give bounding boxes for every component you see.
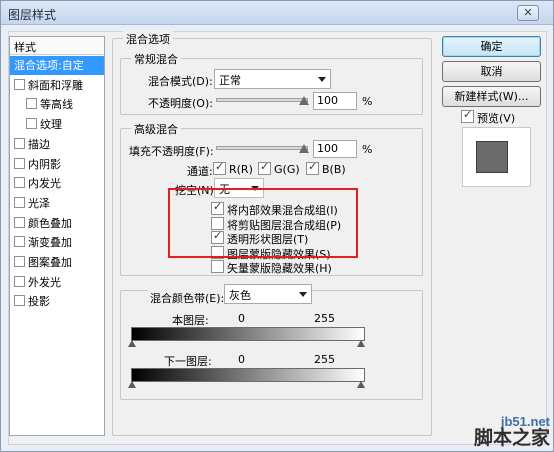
style-list-item[interactable]: 渐变叠加 [10,233,104,252]
style-preview [462,127,531,187]
fill-opacity-slider-thumb[interactable] [299,144,309,153]
style-list-item-label: 内发光 [28,177,61,191]
this-layer-label: 本图层: [172,314,209,327]
blend-options-title: 混合选项 [123,31,173,47]
style-list-item[interactable]: 混合选项:自定 [10,56,104,75]
channel-checkbox[interactable] [306,160,319,175]
style-list-item[interactable]: 颜色叠加 [10,214,104,233]
style-list-item-label: 混合选项:自定 [14,59,84,72]
style-list-item[interactable]: 斜面和浮雕 [10,76,104,95]
fill-opacity-unit: % [362,143,373,156]
style-list-item[interactable]: 纹理 [10,115,104,134]
chevron-down-icon [299,292,307,297]
general-blending-title: 常规混合 [131,51,181,67]
style-list-header[interactable]: 样式 [10,37,104,55]
this-layer-gradient [131,327,365,341]
underlying-layer-white-handle[interactable] [357,381,365,388]
style-list-item-checkbox[interactable] [14,137,25,149]
underlying-layer-min: 0 [238,353,245,366]
underlying-layer-gradient [131,368,365,382]
window-title: 图层样式 [8,8,57,22]
style-list-item-label: 内阴影 [28,157,61,171]
style-list-item-checkbox[interactable] [26,118,37,130]
style-list-item[interactable]: 等高线 [10,95,104,114]
style-list-item-checkbox[interactable] [14,177,25,189]
opacity-slider-thumb[interactable] [299,96,309,105]
style-list-item-label: 颜色叠加 [28,216,72,230]
underlying-layer-label: 下一图层: [164,355,212,368]
style-list-item-label: 等高线 [40,98,73,112]
style-list-item-checkbox[interactable] [14,275,25,287]
title-bar: 图层样式 ✕ [1,1,553,25]
style-list-item-label: 投影 [28,295,50,309]
style-list-item-checkbox[interactable] [26,98,37,110]
underlying-layer-black-handle[interactable] [128,381,136,388]
watermark: jb51.net 脚本之家 [474,415,550,449]
chevron-down-icon [318,77,326,82]
fill-opacity-input[interactable]: 100 [313,140,357,158]
style-list: 样式 混合选项:自定斜面和浮雕等高线纹理描边内阴影内发光光泽颜色叠加渐变叠加图案… [9,36,105,436]
blend-if-label: 混合颜色带(E): [148,290,227,306]
channels-label: 通道: [187,165,213,178]
channel-label: G(G) [274,163,300,176]
style-list-item[interactable]: 图案叠加 [10,253,104,272]
this-layer-min: 0 [238,312,245,325]
channel-checkbox[interactable] [213,160,226,175]
style-list-item-checkbox[interactable] [14,196,25,208]
style-list-item[interactable]: 内发光 [10,174,104,193]
style-list-item[interactable]: 外发光 [10,273,104,292]
underlying-layer-max: 255 [314,353,335,366]
style-list-item-checkbox[interactable] [14,256,25,267]
style-list-item-label: 纹理 [40,118,62,132]
cancel-button[interactable]: 取消 [442,61,541,82]
advanced-option-checkbox[interactable] [211,260,224,273]
blend-if-value: 灰色 [229,289,251,302]
style-list-item-checkbox[interactable] [14,216,25,228]
opacity-label: 不透明度(O): [148,97,213,110]
highlight-annotation-box [168,188,358,258]
ok-button[interactable]: 确定 [442,36,541,57]
blend-mode-select[interactable]: 正常 [214,69,331,89]
fill-opacity-label: 填充不透明度(F): [129,145,214,158]
close-icon: ✕ [523,6,533,19]
blend-if-group [120,290,423,400]
blend-mode-value: 正常 [219,74,241,87]
opacity-slider[interactable] [216,98,308,102]
style-list-item[interactable]: 内阴影 [10,155,104,174]
style-list-item-checkbox[interactable] [14,78,25,90]
style-list-item[interactable]: 投影 [10,292,104,311]
style-list-item-label: 光泽 [28,196,50,210]
style-list-item-label: 渐变叠加 [28,236,72,250]
style-list-item-label: 图案叠加 [28,256,72,269]
close-button[interactable]: ✕ [517,5,539,21]
fill-opacity-value: 100 [317,142,338,155]
style-list-item-label: 斜面和浮雕 [28,78,83,92]
this-layer-white-handle[interactable] [357,340,365,347]
this-layer-black-handle[interactable] [128,340,136,347]
preview-label[interactable]: 预览(V) [477,110,515,126]
style-list-item[interactable]: 描边 [10,135,104,154]
opacity-unit: % [362,95,373,108]
style-list-item-checkbox[interactable] [14,295,25,307]
advanced-option-label: 矢量蒙版隐藏效果(H) [227,262,332,275]
this-layer-max: 255 [314,312,335,325]
advanced-blending-title: 高级混合 [131,121,181,137]
style-list-item-checkbox[interactable] [14,236,25,248]
preview-swatch [476,141,508,173]
style-list-item-checkbox[interactable] [14,157,25,169]
channel-label: B(B) [322,163,346,176]
channel-checkbox[interactable] [258,160,271,175]
new-style-button[interactable]: 新建样式(W)... [442,86,541,107]
opacity-value: 100 [317,94,338,107]
fill-opacity-slider[interactable] [216,146,308,150]
opacity-input[interactable]: 100 [313,92,357,110]
watermark-logo-text: 脚本之家 [473,427,550,450]
style-list-item[interactable]: 光泽 [10,194,104,213]
style-list-item-label: 外发光 [28,275,61,289]
channel-label: R(R) [229,163,253,176]
blend-if-select[interactable]: 灰色 [224,284,312,304]
preview-checkbox[interactable] [461,108,474,123]
blend-mode-label: 混合模式(D): [148,75,213,88]
style-list-item-label: 描边 [28,137,50,151]
